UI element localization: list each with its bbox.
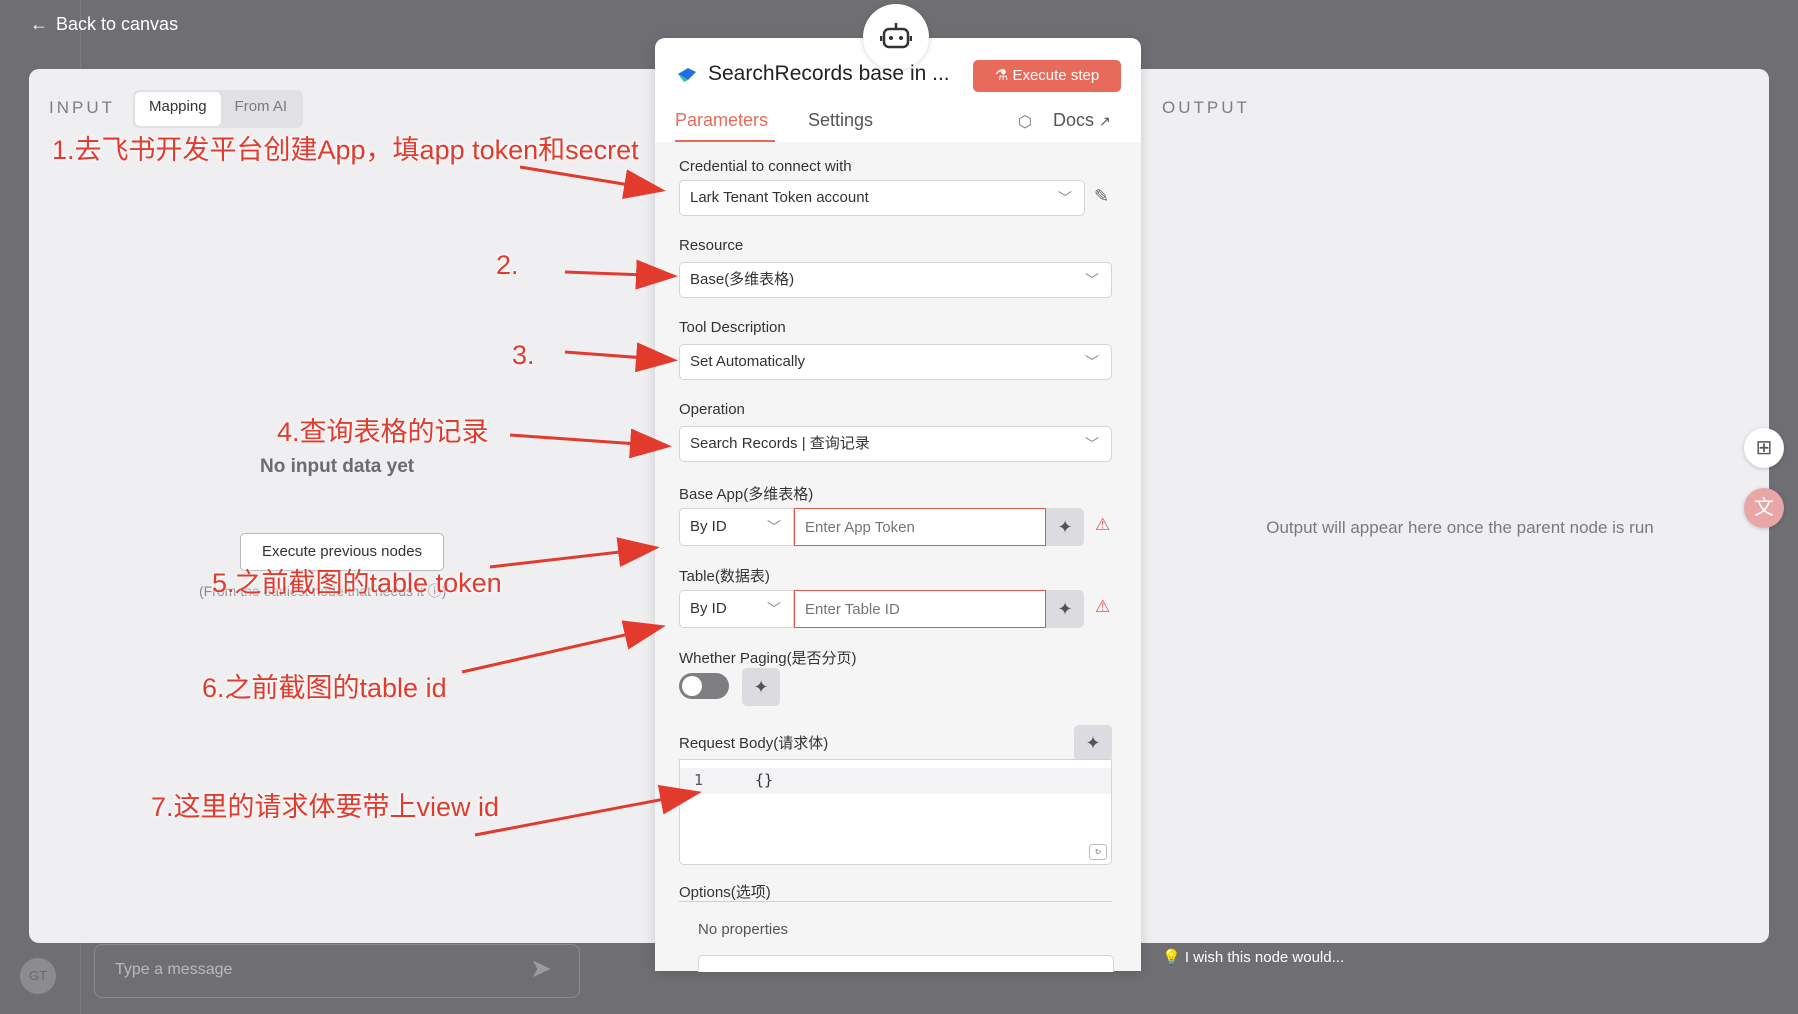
credential-value: Lark Tenant Token account [690, 189, 869, 206]
chevron-down-icon: ﹀ [767, 519, 781, 535]
code-text: {} [755, 771, 774, 789]
annotation-7: 7.这里的请求体要带上view id [151, 792, 500, 822]
annotation-6: 6.之前截图的table id [202, 673, 447, 703]
sparkle-icon[interactable]: ✦ [1046, 508, 1084, 546]
annotation-1: 1.去飞书开发平台创建App，填app token和secret [52, 135, 639, 165]
base-app-mode-value: By ID [690, 518, 727, 535]
robot-icon [863, 4, 929, 70]
output-panel-title: OUTPUT [1162, 98, 1250, 117]
input-panel-title: INPUT [49, 98, 115, 117]
tab-settings[interactable]: Settings [808, 110, 873, 131]
back-to-canvas-link[interactable]: ← Back to canvas [30, 14, 178, 35]
back-to-canvas-label: Back to canvas [56, 14, 179, 34]
resource-label: Resource [679, 237, 744, 254]
no-input-text: No input data yet [260, 456, 415, 477]
table-id-input[interactable] [794, 590, 1046, 628]
resize-icon[interactable]: ↻ [1089, 844, 1107, 860]
operation-label: Operation [679, 401, 745, 418]
resource-select[interactable]: Base(多维表格) ﹀ [679, 262, 1112, 298]
request-body-editor[interactable]: 1 {} ↻ [679, 759, 1112, 865]
paging-label: Whether Paging(是否分页) [679, 650, 857, 667]
docs-link[interactable]: Docs ↗ [1053, 110, 1111, 131]
table-mode-select[interactable]: By ID ﹀ [679, 590, 794, 628]
feedback-label: I wish this node would... [1184, 949, 1345, 966]
no-properties-text: No properties [698, 921, 789, 938]
docs-label: Docs [1053, 110, 1095, 130]
chevron-down-icon: ﹀ [767, 601, 781, 617]
node-title[interactable]: SearchRecords base in ... [708, 62, 950, 86]
code-line: 1 {} [680, 768, 1111, 794]
credential-label: Credential to connect with [679, 158, 852, 175]
table-label: Table(数据表) [679, 568, 770, 585]
lightbulb-icon: 💡 [1162, 949, 1185, 966]
resource-value: Base(多维表格) [690, 271, 795, 288]
base-app-mode-select[interactable]: By ID ﹀ [679, 508, 794, 546]
tool-description-value: Set Automatically [690, 353, 806, 370]
table-mode-value: By ID [690, 600, 727, 617]
tab-mapping[interactable]: Mapping [135, 92, 221, 126]
tab-parameters[interactable]: Parameters [675, 110, 768, 131]
arrow-left-icon: ← [30, 14, 48, 34]
credential-select[interactable]: Lark Tenant Token account ﹀ [679, 180, 1085, 216]
add-option-button[interactable] [698, 955, 1114, 972]
chat-placeholder: Type a message [115, 961, 233, 978]
input-mode-tabs: Mapping From AI [133, 90, 304, 128]
translate-icon[interactable]: 文 [1744, 488, 1784, 528]
grid-plus-icon[interactable]: ⊞ [1744, 428, 1784, 468]
request-body-label: Request Body(请求体) [679, 735, 829, 752]
tool-description-select[interactable]: Set Automatically ﹀ [679, 344, 1112, 380]
annotation-4: 4.查询表格的记录 [277, 417, 489, 447]
app-token-input[interactable] [794, 508, 1046, 546]
pencil-icon[interactable]: ✎ [1094, 186, 1109, 207]
chevron-down-icon: ﹀ [1058, 190, 1072, 206]
active-tab-indicator [675, 140, 775, 142]
cube-icon[interactable]: ⬡ [1018, 112, 1032, 132]
feedback-link[interactable]: 💡 I wish this node would... [1162, 948, 1344, 966]
execute-step-button[interactable]: ⚗ Execute step [973, 60, 1121, 92]
tool-description-label: Tool Description [679, 319, 786, 336]
avatar: GT [20, 958, 56, 994]
operation-select[interactable]: Search Records | 查询记录 ﹀ [679, 426, 1112, 462]
send-icon[interactable]: ➤ [530, 953, 562, 985]
flask-icon: ⚗ [994, 67, 1013, 84]
options-label: Options(选项) [679, 884, 771, 901]
external-link-icon: ↗ [1099, 113, 1111, 129]
tab-from-ai[interactable]: From AI [221, 92, 302, 126]
chevron-down-icon: ﹀ [1085, 436, 1099, 452]
chat-input[interactable]: Type a message [94, 944, 580, 998]
warning-icon: ⚠ [1095, 515, 1111, 534]
lark-logo-icon [678, 68, 696, 82]
output-empty-text: Output will appear here once the parent … [1266, 518, 1654, 537]
toggle-knob [682, 676, 702, 696]
annotation-2: 2. [496, 250, 519, 280]
annotation-3: 3. [512, 340, 535, 370]
sparkle-icon[interactable]: ✦ [1074, 725, 1112, 761]
warning-icon: ⚠ [1095, 597, 1111, 616]
execute-step-label: Execute step [1012, 67, 1100, 84]
chevron-down-icon: ﹀ [1085, 272, 1099, 288]
paging-toggle[interactable] [679, 673, 729, 699]
annotation-5: 5.之前截图的table token [212, 568, 502, 598]
base-app-label: Base App(多维表格) [679, 486, 814, 503]
line-number: 1 [694, 771, 704, 789]
options-divider [679, 901, 1112, 902]
sparkle-icon[interactable]: ✦ [742, 668, 780, 706]
chevron-down-icon: ﹀ [1085, 354, 1099, 370]
sparkle-icon[interactable]: ✦ [1046, 590, 1084, 628]
operation-value: Search Records | 查询记录 [690, 435, 870, 452]
